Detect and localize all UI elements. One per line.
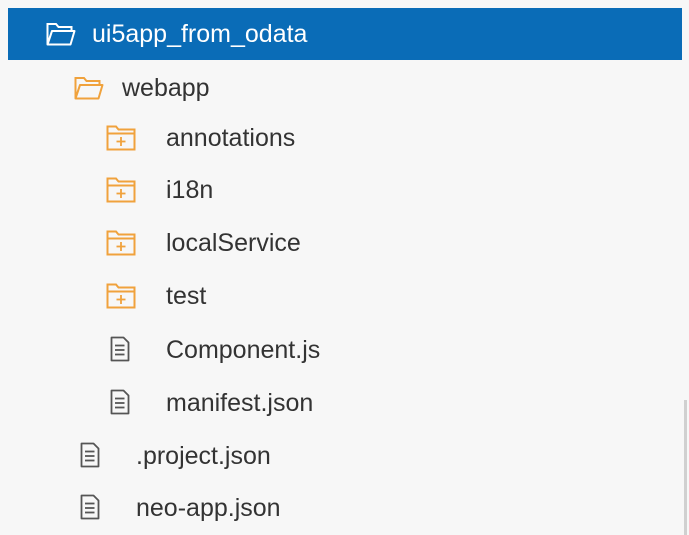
- folder-collapsed-icon: [106, 230, 136, 256]
- tree-item-root[interactable]: ui5app_from_odata: [8, 8, 682, 60]
- file-icon: [80, 442, 100, 468]
- tree-item-i18n[interactable]: i18n: [8, 164, 682, 216]
- tree-item-label: i18n: [166, 176, 214, 204]
- file-tree: ui5app_from_odata webapp annotations i18…: [0, 0, 689, 535]
- tree-item-webapp[interactable]: webapp: [8, 62, 682, 114]
- tree-item-label: webapp: [122, 74, 210, 102]
- file-icon: [110, 389, 130, 415]
- tree-item-label: localService: [166, 229, 301, 257]
- folder-collapsed-icon: [106, 177, 136, 203]
- scrollbar[interactable]: [684, 400, 687, 535]
- folder-collapsed-icon: [106, 283, 136, 309]
- folder-open-icon: [74, 77, 104, 100]
- tree-item-neo-app-json[interactable]: neo-app.json: [8, 482, 682, 534]
- file-icon: [80, 494, 100, 520]
- tree-item-label: test: [166, 282, 207, 310]
- tree-item-label: neo-app.json: [136, 494, 281, 522]
- folder-collapsed-icon: [106, 125, 136, 151]
- tree-item-label: .project.json: [136, 442, 271, 470]
- tree-item-label: annotations: [166, 124, 296, 152]
- tree-item-label: manifest.json: [166, 389, 314, 417]
- tree-item-annotations[interactable]: annotations: [8, 112, 682, 164]
- tree-item-project-json[interactable]: .project.json: [8, 430, 682, 482]
- tree-item-component-js[interactable]: Component.js: [8, 324, 682, 376]
- tree-item-label: Component.js: [166, 336, 321, 364]
- tree-item-label: ui5app_from_odata: [92, 20, 308, 48]
- tree-item-manifest-json[interactable]: manifest.json: [8, 377, 682, 429]
- file-icon: [110, 336, 130, 362]
- tree-item-localservice[interactable]: localService: [8, 217, 682, 269]
- folder-open-icon: [46, 23, 76, 46]
- tree-item-test[interactable]: test: [8, 270, 682, 322]
